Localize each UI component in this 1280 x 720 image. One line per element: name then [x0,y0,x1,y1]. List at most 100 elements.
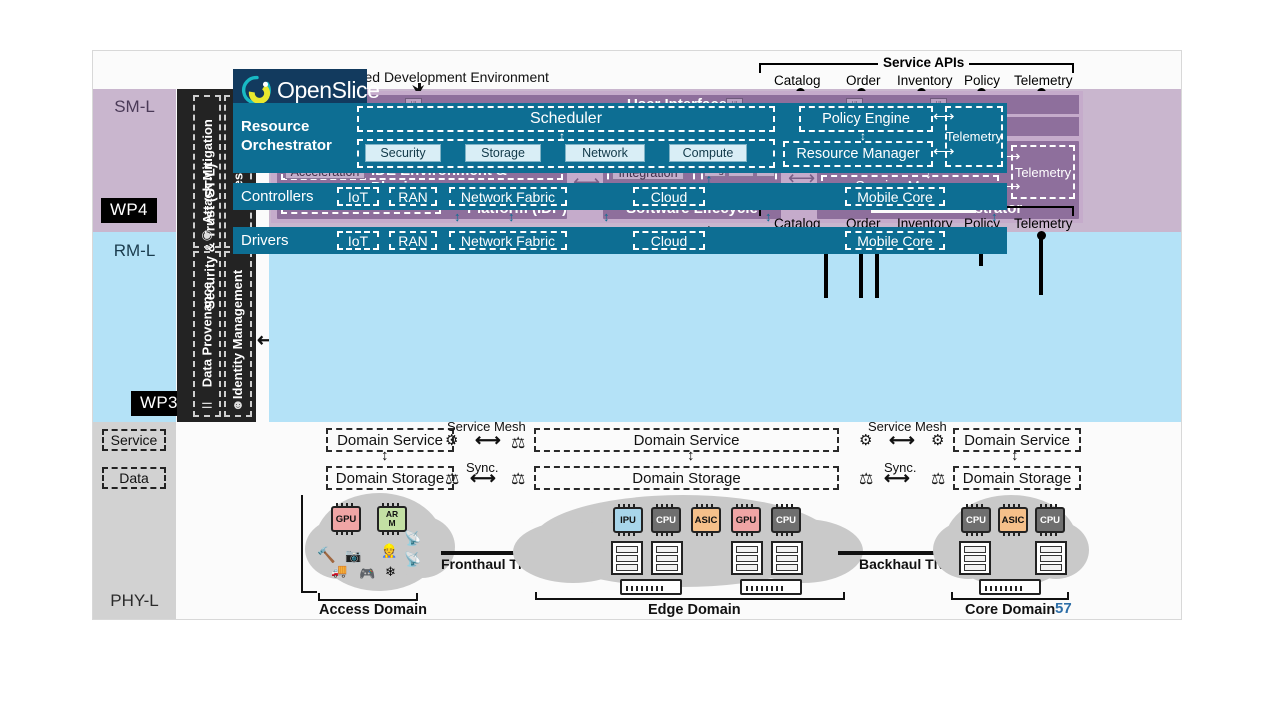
edge-server-3 [731,541,763,575]
controller-icon: 🎮 [359,566,376,581]
service-api-telemetry: Telemetry [1014,73,1073,88]
edge-domain-bracket [535,592,845,600]
chip-compute[interactable]: Compute [669,144,747,162]
stl-cell-attack-mitigation: Attack Mitigation ◉ [193,95,221,248]
camera-icon: 📷 [345,548,362,563]
stl-label-attack-mitigation: Attack Mitigation [199,119,215,224]
controller-iot[interactable]: IoT [337,187,379,206]
resource-apis-bracket-right [1072,206,1074,216]
service-api-inventory: Inventory [897,73,953,88]
domain-service-left: Domain Service [326,428,454,452]
storage-db-icon-3: ⚖ [859,471,874,488]
controllers-row: Controllers IoT RAN Network Fabric Cloud… [233,183,1007,210]
domain-storage-right: Domain Storage [953,466,1081,490]
badge-wp4: WP4 [101,198,157,223]
service-mesh-gear-icon-3: ⚙ [931,432,945,449]
chip-network[interactable]: Network [565,144,645,162]
slide-canvas: SM-L RM-L PHY-L WP4 WP3 Service Data Sec… [0,0,1280,720]
chip-edge-asic: ASIC [691,504,721,536]
resource-orchestrator-card: Resource Orchestrator Scheduler Security… [233,103,1007,173]
resource-api-telemetry: Telemetry [1014,216,1073,231]
controller-cloud[interactable]: Cloud [633,187,705,206]
controller-network-fabric[interactable]: Network Fabric [449,187,567,206]
driver-network-fabric[interactable]: Network Fabric [449,231,567,250]
service-api-order: Order [846,73,881,88]
page-number: 57 [1055,600,1072,617]
edge-server-1 [611,541,643,575]
access-domain-bracket [318,593,418,601]
chip-access-arm: AR M [377,503,407,535]
stl-label-identity-management: Identity Management [230,269,246,399]
rlead-telemetry-v [1039,235,1043,295]
resource-manager-box: Resource Manager [783,141,933,167]
fingerprint-person-icon: ☻ [231,397,245,412]
storage-db-icon-4: ⚖ [931,471,946,488]
truck-icon: 🚚 [331,563,348,578]
right-service-storage-arrow: ↕ [1011,447,1019,464]
openslice-name: OpenSlice [277,77,380,103]
drone-icon: ❄ [385,564,396,579]
robot-arm-icon: 🔨 [317,547,336,564]
cd-arrow-core: ↕ [991,209,998,224]
driver-mobile-core[interactable]: Mobile Core [845,231,945,250]
chip-core-cpu-1: CPU [961,504,991,536]
driver-ran[interactable]: RAN [389,231,437,250]
scheduler-box: Scheduler [357,106,775,132]
shield-bug-icon: ◉ [201,227,213,242]
controller-ran[interactable]: RAN [389,187,437,206]
service-apis-title: Service APIs [878,55,970,70]
cd-arrow-iot: ↕ [454,209,461,224]
ro-title-line1: Resource [241,118,310,135]
chip-access-gpu: GPU [331,503,361,535]
stl-label-data-provenance: Data Provenance [199,281,215,387]
antenna-icon-2: 📡 [404,551,422,567]
access-domain-left-bracket [301,495,317,593]
panel-resource-layer [269,232,1181,422]
scheduler-pools-arrow: ↕ [559,129,565,143]
sidebox-data: Data [102,467,166,489]
sync-arrow-1: ⟷ [470,468,496,488]
service-apis-bracket-right [1072,63,1074,73]
drivers-row: Drivers IoT RAN Network Fabric Cloud Mob… [233,227,1007,254]
service-api-policy: Policy [964,73,1001,88]
storage-db-icon-1: ⚖ [445,471,460,488]
stl-cell-identity-management: Identity Management ☻ [224,251,252,417]
database-stack-icon: ⚌ [201,396,213,411]
chip-edge-cpu-1: CPU [651,504,681,536]
storage-db-icon-2: ⚖ [511,471,526,488]
service-api-catalog: Catalog [774,73,821,88]
layer-label-phy: PHY-L [110,591,159,610]
cd-arrow-fabric: ↕ [603,209,610,224]
center-service-storage-arrow: ↕ [687,447,695,464]
driver-iot[interactable]: IoT [337,231,379,250]
cd-arrow-cloud: ↕ [765,209,772,224]
domain-storage-center: Domain Storage [534,466,839,490]
layer-label-rml: RM-L [113,241,156,260]
driver-cloud[interactable]: Cloud [633,231,705,250]
chip-core-cpu-2: CPU [1035,504,1065,536]
service-mesh-gear-icon-1: ⚙ [445,432,459,449]
left-service-storage-arrow: ↕ [381,447,389,464]
rm-telemetry-arrow: ⟷ [933,143,955,160]
chip-edge-cpu-2: CPU [771,504,801,536]
service-apis-bracket-left [759,63,761,73]
service-mesh-arrow-1: ⟷ [475,430,501,450]
resource-orchestrator-title: Resource Orchestrator [241,117,351,155]
edge-domain-title: Edge Domain [648,602,741,618]
backhaul-label: Backhaul TN [859,556,944,572]
storage-sync-db-icon-1: ⚖ [511,435,526,452]
service-mesh-arrow-2: ⟷ [889,430,915,450]
rmpe-rm-arrow: ↕ [860,129,866,143]
antenna-icon-1: 📡 [404,530,422,546]
controller-mobile-core[interactable]: Mobile Core [845,187,945,206]
controllers-label: Controllers [241,188,314,205]
chip-security[interactable]: Security [365,144,441,162]
sidebox-service: Service [102,429,166,451]
architecture-diagram: SM-L RM-L PHY-L WP4 WP3 Service Data Sec… [92,50,1182,620]
backhaul-link [838,551,948,555]
chip-edge-gpu: GPU [731,504,761,536]
so-telemetry-box: Telemetry [1011,145,1075,199]
domain-storage-left: Domain Storage [326,466,454,490]
cd-arrow-ran: ↕ [508,209,515,224]
chip-storage[interactable]: Storage [465,144,541,162]
